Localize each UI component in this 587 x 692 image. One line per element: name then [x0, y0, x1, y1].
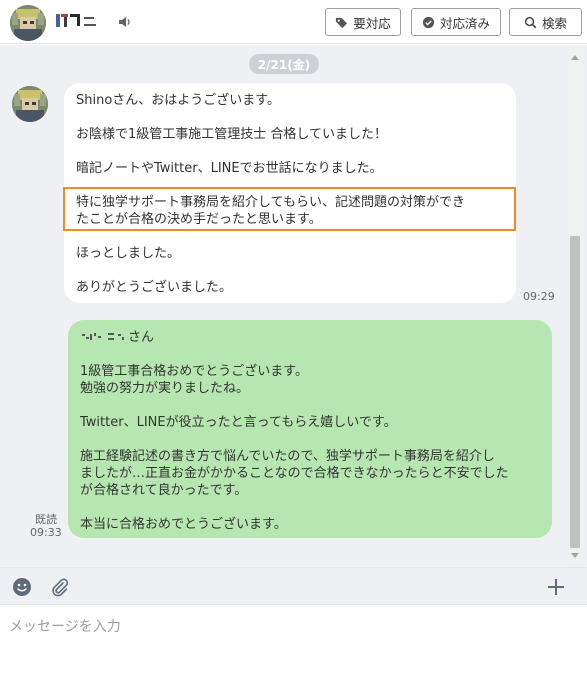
- outgoing-message-bubble[interactable]: さん 1級管工事合格おめでとうございます。 勉強の努力が実りましたね。 Twit…: [68, 320, 552, 538]
- incoming-message-bubble[interactable]: Shinoさん、おはようございます。 お陰様で1級管工事施工管理技士 合格してい…: [63, 83, 516, 303]
- date-separator: 2/21(金): [249, 54, 319, 74]
- chat-scrollbar[interactable]: [567, 48, 583, 565]
- speaker-icon[interactable]: [117, 14, 133, 30]
- composer-area: [0, 605, 587, 692]
- message-line: ほっとしました。: [76, 246, 181, 261]
- message-line: 勉強の努力が実りましたね。: [80, 381, 250, 396]
- sender-avatar[interactable]: [12, 86, 48, 122]
- composer-toolbar: [0, 567, 587, 605]
- resolved-label: 対応済み: [439, 15, 490, 31]
- search-label: 検索: [541, 15, 567, 31]
- highlight-annotation-box: [63, 187, 516, 231]
- chat-header: 要対応 対応済み 検索: [0, 0, 587, 44]
- search-icon: [524, 16, 537, 28]
- message-line: Twitter、LINEが役立ったと言ってもらえ嬉しいです。: [80, 415, 397, 430]
- message-line: 本当に合格おめでとうございます。: [80, 517, 287, 532]
- search-button[interactable]: 検索: [509, 8, 582, 36]
- salutation-suffix: さん: [128, 330, 155, 345]
- incoming-timestamp: 09:29: [523, 290, 555, 303]
- message-line: が合格されて良かったです。: [80, 483, 248, 498]
- message-input[interactable]: [0, 605, 587, 692]
- tag-icon: [336, 17, 348, 28]
- plus-icon[interactable]: [545, 576, 567, 598]
- chat-messages-area[interactable]: 2/21(金) Shinoさん、おはようございます。 お陰様で1級管工事施工管理…: [0, 45, 587, 567]
- needs-action-label: 要対応: [353, 15, 391, 31]
- message-line: ありがとうございました。: [76, 280, 233, 295]
- contact-avatar[interactable]: [10, 5, 46, 41]
- message-line: Shinoさん、おはようございます。: [76, 93, 280, 108]
- message-line: 1級管工事合格おめでとうございます。: [80, 364, 308, 379]
- paperclip-icon[interactable]: [48, 576, 70, 598]
- check-circle-icon: [422, 16, 435, 28]
- message-line: お陰様で1級管工事施工管理技士 合格していました！: [76, 127, 388, 142]
- scroll-up-arrow-icon[interactable]: [571, 55, 579, 60]
- smiley-icon[interactable]: [11, 576, 33, 598]
- needs-action-button[interactable]: 要対応: [325, 8, 401, 36]
- message-line: ましたが…正直お金がかかることなので合格できなかったらと不安でした: [80, 466, 509, 481]
- message-line: 施工経験記述の書き方で悩んでいたので、独学サポート事務局を紹介し: [80, 449, 495, 464]
- contact-name-redacted: [56, 12, 110, 30]
- read-receipt: 既読: [35, 513, 57, 526]
- resolved-button[interactable]: 対応済み: [411, 8, 501, 36]
- message-line: 暗記ノートやTwitter、LINEでお世話になりました。: [76, 161, 383, 176]
- scroll-thumb[interactable]: [570, 236, 580, 548]
- outgoing-timestamp: 09:33: [30, 526, 62, 539]
- scroll-down-arrow-icon[interactable]: [571, 553, 579, 558]
